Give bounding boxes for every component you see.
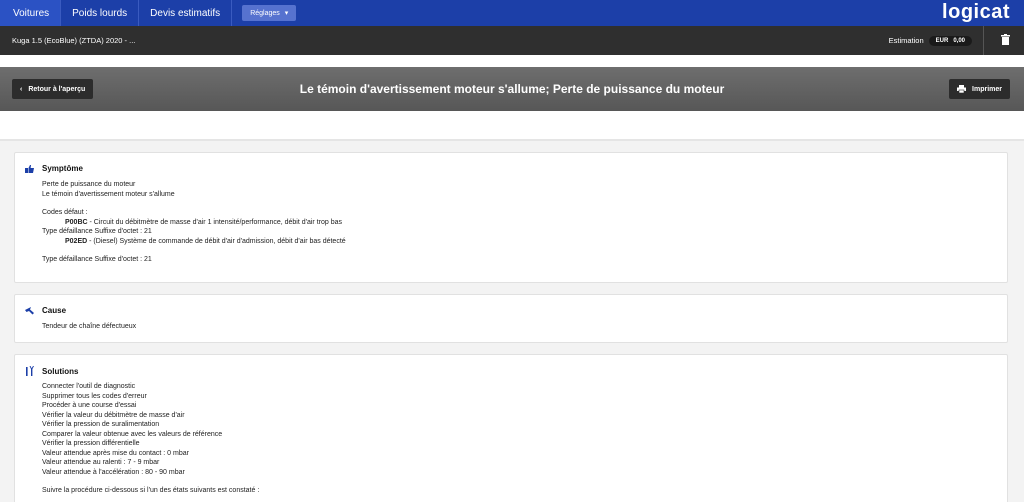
failure-type: Type défaillance Suffixe d'octet : 21	[42, 228, 152, 235]
symptom-card: Symptôme Perte de puissance du moteur Le…	[14, 152, 1008, 283]
estimation-label: Estimation	[888, 36, 924, 45]
cause-header: Cause	[25, 306, 66, 315]
fault-code-id: P00BC	[65, 218, 88, 226]
trash-icon[interactable]	[1001, 34, 1010, 45]
title-bar: Le témoin d'avertissement moteur s'allum…	[0, 67, 1024, 111]
tab-devis-estimatifs[interactable]: Devis estimatifs	[139, 0, 233, 26]
solution-step: Vérifier la pression de suralimentation	[42, 421, 160, 428]
chevron-left-icon: ‹	[20, 85, 23, 93]
settings-label: Réglages	[250, 9, 280, 17]
solution-step: Comparer la valeur obtenue avec les vale…	[42, 430, 223, 438]
estimation-amount-badge: EUR 0,00	[928, 35, 972, 46]
solution-step: Valeur attendue à l'accélération : 80 - …	[42, 468, 185, 476]
solutions-card: Solutions Connecter l'outil de diagnosti…	[14, 354, 1008, 502]
symptom-icon	[25, 164, 34, 173]
back-button-label: Retour à l'aperçu	[28, 85, 86, 93]
solution-step: Valeur attendue après mise du contact : …	[42, 449, 189, 457]
fault-code-description: - (Diesel) Système de commande de débit …	[87, 237, 346, 245]
amount: 0,00	[953, 37, 965, 44]
fault-code-id: P02ED	[65, 237, 88, 245]
fault-code: P00BC - Circuit du débitmètre de masse d…	[42, 218, 346, 228]
symptom-body: Perte de puissance du moteur Le témoin d…	[42, 180, 346, 265]
symptom-header: Symptôme	[25, 164, 83, 173]
currency: EUR	[935, 37, 949, 44]
top-navigation: Voitures Poids lourds Devis estimatifs R…	[0, 0, 1024, 26]
solution-step: Vérifier la pression différentielle	[42, 440, 140, 447]
logo: logicat	[942, 1, 1010, 23]
tab-voitures[interactable]: Voitures	[0, 0, 62, 26]
fault-codes-label: Codes défaut :	[42, 209, 88, 216]
vehicle-name: Kuga 1.5 (EcoBlue) (ZTDA) 2020 - ...	[12, 36, 136, 45]
divider	[983, 26, 984, 55]
chevron-down-icon: ▾	[284, 10, 289, 17]
symptom-title: Symptôme	[42, 164, 83, 173]
print-button-label: Imprimer	[972, 85, 1002, 93]
solution-followup: Suivre la procédure ci-dessous si l'un d…	[42, 487, 260, 494]
failure-type: Type défaillance Suffixe d'octet : 21	[42, 256, 152, 263]
solution-step: Valeur attendue au ralenti : 7 - 9 mbar	[42, 459, 160, 466]
fault-code: P02ED - (Diesel) Système de commande de …	[42, 237, 346, 247]
cause-title: Cause	[42, 306, 67, 315]
print-button[interactable]: Imprimer	[949, 79, 1010, 99]
solutions-header: Solutions	[25, 366, 78, 376]
solutions-body: Connecter l'outil de diagnostic Supprime…	[42, 382, 259, 496]
cause-card: Cause Tendeur de chaîne défectueux	[14, 294, 1008, 343]
cause-text: Tendeur de chaîne défectueux	[42, 323, 137, 330]
settings-dropdown[interactable]: Réglages ▾	[242, 5, 297, 21]
solution-step: Connecter l'outil de diagnostic	[42, 383, 136, 390]
tools-icon	[26, 366, 34, 376]
cause-body: Tendeur de chaîne défectueux	[42, 322, 136, 332]
solution-step: Procéder à une course d'essai	[42, 402, 137, 409]
fault-code-description: - Circuit du débitmètre de masse d'air 1…	[87, 218, 342, 226]
back-to-overview-button[interactable]: ‹ Retour à l'aperçu	[12, 79, 94, 99]
symptom-line: Perte de puissance du moteur	[42, 181, 136, 188]
solution-step: Supprimer tous les codes d'erreur	[42, 392, 147, 400]
printer-icon	[957, 85, 967, 93]
solutions-title: Solutions	[42, 366, 79, 376]
solution-step: Vérifier la valeur du débitmètre de mass…	[42, 411, 185, 419]
symptom-line: Le témoin d'avertissement moteur s'allum…	[42, 190, 175, 198]
cause-icon	[25, 306, 34, 314]
estimation[interactable]: Estimation EUR 0,00	[889, 26, 972, 55]
page-title: Le témoin d'avertissement moteur s'allum…	[299, 82, 725, 96]
vehicle-bar: Kuga 1.5 (EcoBlue) (ZTDA) 2020 - ... Est…	[0, 26, 1024, 55]
tab-poids-lourds[interactable]: Poids lourds	[61, 0, 140, 26]
